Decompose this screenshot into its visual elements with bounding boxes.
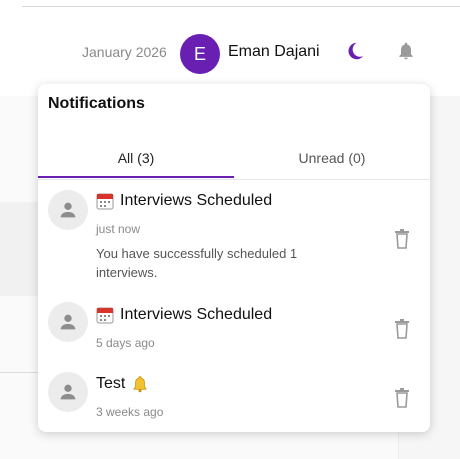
background-divider [0,372,40,373]
calendar-icon [96,307,114,324]
background-strip [0,202,40,296]
notification-time: 5 days ago [96,336,155,350]
top-bar: January 2026 E Eman Dajani [0,0,460,97]
notification-title: Interviews Scheduled [96,306,272,324]
active-tab-indicator [38,176,234,178]
tab-all[interactable]: All (3) [38,136,234,180]
notification-title: Test [96,375,149,393]
notification-avatar [48,190,88,230]
notification-body: You have successfully scheduled 1 interv… [96,246,298,280]
trash-icon[interactable] [394,388,410,408]
person-icon [60,384,76,400]
notification-title-text: Test [96,375,126,392]
current-date: January 2026 [82,44,167,60]
notification-title-text: Interviews Scheduled [120,192,273,209]
notification-time: 3 weeks ago [96,405,164,419]
avatar-letter: E [193,43,206,64]
user-name[interactable]: Eman Dajani [228,43,320,61]
bell-icon[interactable] [396,40,416,62]
notification-title: Interviews Scheduled [96,192,272,210]
trash-icon[interactable] [394,229,410,249]
notifications-popup: Notifications All (3) Unread (0) Intervi… [38,84,430,432]
top-divider [22,6,460,7]
trash-icon[interactable] [394,319,410,339]
notification-time: just now [96,222,141,236]
moon-icon[interactable] [344,40,366,62]
tab-all-label: All (3) [117,150,155,166]
tabs-divider [38,179,430,180]
person-icon [60,202,76,218]
calendar-icon [96,193,114,210]
notification-avatar [48,302,88,342]
popup-title: Notifications [48,95,145,112]
tab-unread-label: Unread (0) [298,150,366,166]
notification-title-text: Interviews Scheduled [120,306,273,323]
user-avatar[interactable]: E [180,34,220,74]
tab-unread[interactable]: Unread (0) [234,136,430,180]
notification-avatar [48,372,88,412]
bell-emoji-icon [133,376,147,393]
person-icon [60,314,76,330]
